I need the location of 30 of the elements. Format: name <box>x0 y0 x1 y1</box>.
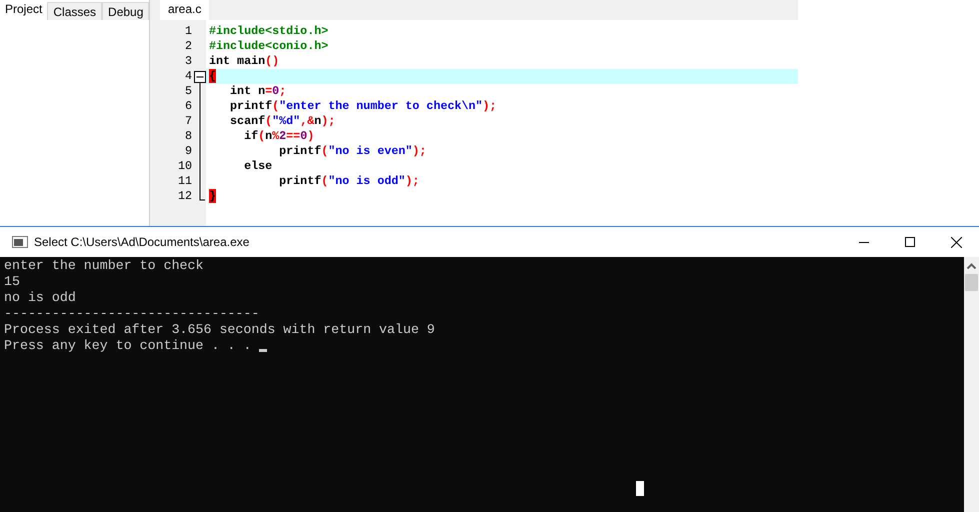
line-number: 8 <box>184 129 193 144</box>
text-cursor <box>259 349 268 352</box>
scrollbar[interactable] <box>964 257 979 512</box>
console-line: no is odd <box>4 290 76 306</box>
console-line: enter the number to check <box>4 258 204 274</box>
line-number: 1 <box>184 24 193 39</box>
close-icon <box>950 236 962 248</box>
console-line: Process exited after 3.656 seconds with return value 9 <box>4 322 435 338</box>
line-number: 5 <box>184 84 193 99</box>
panel-tab[interactable]: Debug <box>102 2 150 20</box>
line-number: 7 <box>184 114 193 129</box>
line-number: 11 <box>176 174 193 189</box>
line-number: 10 <box>176 159 193 174</box>
line-number: 2 <box>184 39 193 54</box>
console-line: 15 <box>4 274 20 290</box>
line-number: 12 <box>176 189 193 204</box>
line-number: 6 <box>184 99 193 114</box>
fold-marker-drawing[interactable] <box>194 71 206 201</box>
scroll-thumb[interactable] <box>965 274 978 291</box>
console-app-icon <box>12 236 28 248</box>
console-line: Press any key to continue . . . <box>4 338 252 354</box>
mouse-cursor <box>636 481 644 496</box>
line-number: 3 <box>184 54 193 69</box>
window-title: Select C:\Users\Ad\Documents\area.exe <box>34 234 250 251</box>
line-number: 4 <box>184 69 193 84</box>
line-number: 9 <box>184 144 193 159</box>
console-line: -------------------------------- <box>4 306 260 322</box>
file-tab[interactable]: area.c <box>160 0 210 20</box>
scroll-up-icon[interactable] <box>967 263 976 269</box>
panel-tab[interactable]: Classes <box>47 2 102 20</box>
